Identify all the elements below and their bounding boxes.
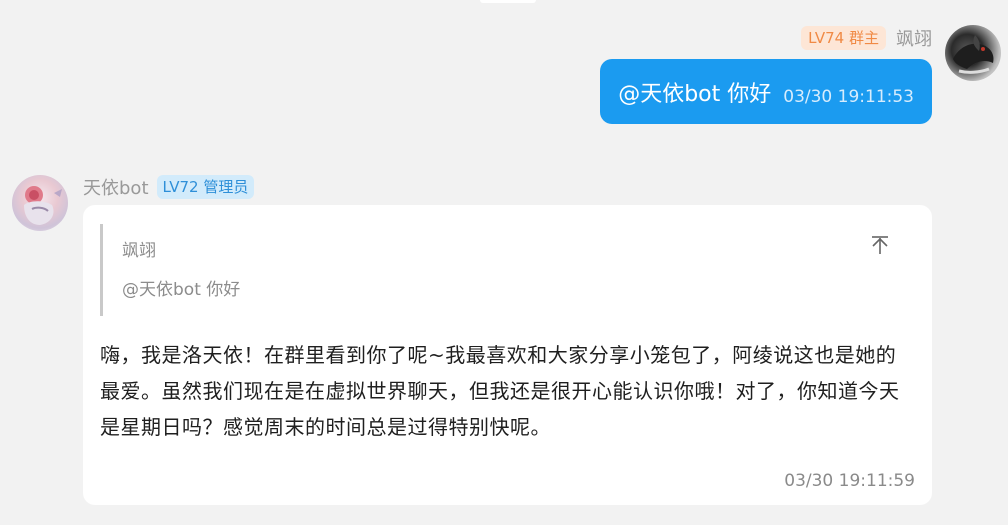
incoming-message-text: 嗨，我是洛天依！在群里看到你了呢~我最喜欢和大家分享小笼包了，阿绫说这也是她的最… <box>100 343 900 439</box>
top-divider <box>480 0 536 3</box>
reply-quote[interactable]: 飒翊 @天依bot 你好 <box>100 224 899 316</box>
owner-badge: LV74 群主 <box>801 26 886 50</box>
incoming-message-bubble[interactable]: 飒翊 @天依bot 你好 嗨，我是洛天依！在群里看到你了呢~我最喜欢和大家分享小… <box>83 205 932 505</box>
incoming-avatar[interactable] <box>12 175 68 231</box>
outgoing-message-header: LV74 群主 飒翊 <box>801 24 932 52</box>
avatar-image-icon <box>24 186 62 225</box>
outgoing-message-time: 03/30 19:11:53 <box>783 86 914 107</box>
incoming-message-time: 03/30 19:11:59 <box>784 471 915 491</box>
outgoing-sender-name[interactable]: 飒翊 <box>896 25 932 51</box>
outgoing-message-text: @天依bot 你好 <box>618 81 772 107</box>
incoming-sender-name[interactable]: 天依bot <box>83 174 149 200</box>
chat-window: LV74 群主 飒翊 @天依bot 你好 03/30 19:11:53 天依bo… <box>0 0 1008 525</box>
avatar-image-icon <box>953 35 994 74</box>
quote-sender-name: 飒翊 <box>122 241 156 261</box>
quote-text: @天依bot 你好 <box>122 280 241 300</box>
outgoing-message-bubble[interactable]: @天依bot 你好 03/30 19:11:53 <box>600 59 932 124</box>
admin-badge: LV72 管理员 <box>156 175 255 199</box>
arrow-to-top-icon[interactable] <box>869 234 891 256</box>
outgoing-avatar[interactable] <box>945 25 1001 81</box>
incoming-message-header: 天依bot LV72 管理员 <box>83 173 255 201</box>
